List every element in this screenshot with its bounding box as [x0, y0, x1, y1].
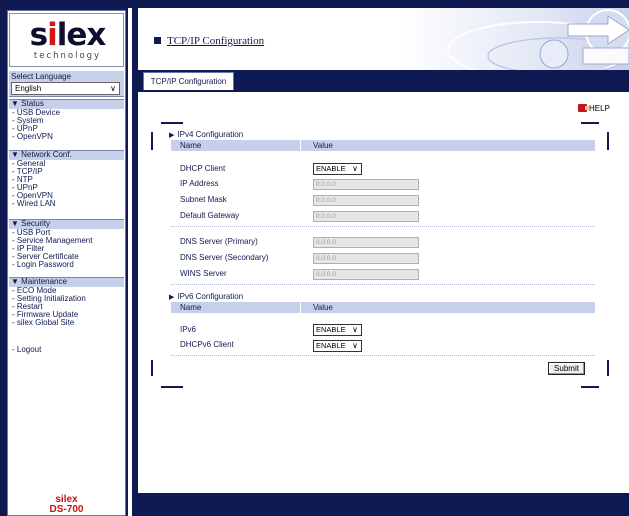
dns-secondary-field[interactable]: 0.0.0.0 [313, 253, 419, 264]
frame-gap-right [607, 150, 609, 360]
logout-link[interactable]: - Logout [12, 345, 41, 354]
frame-gap-bottom [183, 386, 581, 388]
title-bullet-icon [154, 37, 161, 44]
menu-group-security: ▼ Security - USB Port - Service Manageme… [9, 219, 124, 269]
ipv4-col-value: Value [313, 141, 333, 150]
dhcpv6-client-value: ENABLE [316, 341, 346, 350]
chevron-down-icon: ∨ [352, 325, 358, 334]
sidebar-item-global-site[interactable]: - silex Global Site [9, 319, 124, 327]
dhcpv6-client-label: DHCPv6 Client [180, 340, 234, 349]
ipv6-select[interactable]: ENABLE ∨ [313, 324, 362, 336]
ipv6-label: IPv6 [180, 325, 197, 334]
column-separator [300, 140, 301, 151]
model-name: DS-700 [49, 504, 84, 515]
tab-tcpip-configuration[interactable]: TCP/IP Configuration [143, 72, 234, 92]
dhcp-client-select[interactable]: ENABLE ∨ [313, 163, 362, 175]
content-divider [138, 90, 629, 92]
menu-group-status: ▼ Status - USB Device - System - UPnP - … [9, 99, 124, 141]
ipv6-section-title: ▶ IPv6 Configuration [169, 292, 244, 301]
language-select[interactable]: English ∨ [11, 82, 120, 95]
row-divider [171, 355, 595, 356]
frame-gap-left [151, 150, 153, 360]
chevron-down-icon: ∨ [352, 164, 358, 173]
dns-primary-field[interactable]: 0.0.0.0 [313, 237, 419, 248]
help-link[interactable]: HELP [578, 104, 610, 113]
column-separator [300, 302, 301, 313]
wins-server-label: WINS Server [180, 269, 227, 278]
dns-primary-label: DNS Server (Primary) [180, 237, 258, 246]
ip-address-field[interactable]: 0.0.0.0 [313, 179, 419, 190]
sidebar-item-openvpn-status[interactable]: - OpenVPN [9, 133, 124, 141]
row-divider [171, 226, 595, 227]
ip-address-label: IP Address [180, 179, 219, 188]
logo-tagline: technology [33, 51, 102, 61]
ipv6-table-header: Name Value [171, 302, 595, 313]
ipv6-value: ENABLE [316, 325, 346, 334]
help-label: HELP [589, 104, 610, 113]
ipv4-section-title: ▶ IPv4 Configuration [169, 130, 244, 139]
ipv4-table-header: Name Value [171, 140, 595, 151]
chevron-down-icon: ∨ [352, 341, 358, 350]
dhcpv6-client-select[interactable]: ENABLE ∨ [313, 340, 362, 352]
language-label: Select Language [11, 72, 72, 81]
brand-logo[interactable]: silex technology [9, 13, 124, 67]
row-divider [171, 284, 595, 285]
triangle-right-icon: ▶ [169, 132, 175, 139]
default-gateway-field[interactable]: 0.0.0.0 [313, 211, 419, 222]
default-gateway-label: Default Gateway [180, 211, 240, 220]
footer-bar [138, 493, 629, 516]
sidebar-item-login-password[interactable]: - Login Password [9, 261, 124, 269]
sidebar-item-wired-lan[interactable]: - Wired LAN [9, 200, 124, 208]
top-frame-bar [0, 0, 629, 8]
page-title: TCP/IP Configuration [154, 35, 264, 47]
menu-group-network: ▼ Network Conf. - General - TCP/IP - NTP… [9, 150, 124, 208]
language-selected-value: English [15, 84, 42, 93]
dhcp-client-label: DHCP Client [180, 164, 226, 173]
submit-button[interactable]: Submit [548, 362, 585, 375]
ipv6-col-value: Value [313, 303, 333, 312]
subnet-mask-label: Subnet Mask [180, 195, 227, 204]
language-section: Select Language English ∨ [9, 71, 124, 97]
wins-server-field[interactable]: 0.0.0.0 [313, 269, 419, 280]
ipv4-col-name: Name [180, 141, 202, 150]
triangle-right-icon: ▶ [169, 294, 175, 301]
dns-secondary-label: DNS Server (Secondary) [180, 253, 269, 262]
chevron-down-icon: ∨ [110, 84, 116, 93]
menu-group-maintenance: ▼ Maintenance - ECO Mode - Setting Initi… [9, 277, 124, 327]
page-header: TCP/IP Configuration [138, 8, 629, 70]
frame-gap-top [183, 122, 581, 124]
subnet-mask-field[interactable]: 0.0.0.0 [313, 195, 419, 206]
logo-wordmark: silex [29, 17, 107, 53]
ipv6-col-name: Name [180, 303, 202, 312]
help-book-icon [578, 104, 589, 112]
dhcp-client-value: ENABLE [316, 164, 346, 173]
